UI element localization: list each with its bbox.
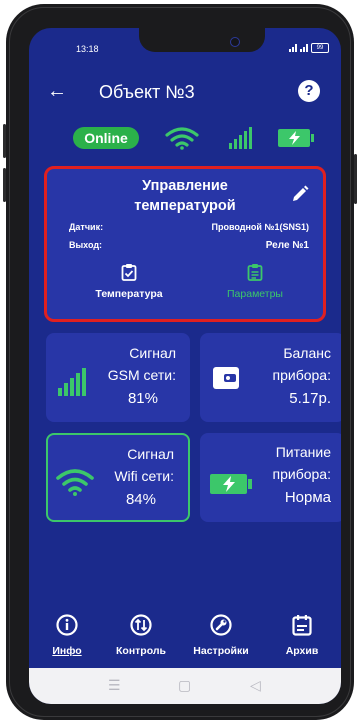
battery-charging-icon [210, 474, 252, 494]
battery-charging-icon [278, 129, 314, 147]
output-value: Реле №1 [265, 240, 309, 251]
power-label-2: прибора: [272, 466, 331, 482]
signal-bars-icon [58, 368, 86, 396]
balance-card[interactable]: Баланс прибора: 5.17р. [200, 333, 341, 422]
balance-value: 5.17р. [289, 390, 331, 407]
wallet-icon [213, 367, 239, 389]
power-card[interactable]: Питание прибора: Норма [200, 433, 341, 522]
app-bar: ← Объект №3 ? [29, 76, 341, 110]
online-badge: Online [73, 127, 139, 149]
app-screen: 13:18 99 ← Объект №3 ? Online Управление… [29, 28, 341, 704]
home-icon[interactable]: ▢ [178, 677, 191, 694]
clipboard-check-icon [121, 264, 137, 281]
info-icon [56, 614, 78, 636]
system-navigation-bar: ☰ ▢ ◁ [29, 668, 341, 704]
cell-signal-icon [289, 44, 297, 52]
wifi-signal-card[interactable]: Сигнал Wifi сети: 84% [46, 433, 190, 522]
power-button [354, 154, 357, 204]
notch [139, 28, 265, 52]
parameters-tab[interactable]: Параметры [200, 263, 310, 300]
wifi-label-1: Сигнал [127, 446, 174, 462]
page-title: Объект №3 [99, 82, 195, 102]
temperature-tab[interactable]: Температура [74, 263, 184, 300]
pencil-icon[interactable] [291, 185, 309, 203]
nav-info-label: Инфо [52, 645, 82, 657]
temperature-card-title: Управление температурой [47, 176, 323, 216]
nav-control[interactable]: Контроль [106, 614, 176, 657]
title-line-2: температурой [134, 198, 236, 214]
arrow-left-icon[interactable]: ← [47, 79, 67, 103]
camera [230, 37, 240, 47]
bottom-navigation: Инфо Контроль Настройки Архив [29, 614, 341, 668]
wifi-value: 84% [125, 491, 156, 508]
nav-control-label: Контроль [116, 645, 166, 657]
nav-settings-label: Настройки [193, 645, 249, 657]
nav-archive-label: Архив [285, 645, 319, 657]
status-bar: 13:18 99 [29, 28, 341, 56]
recent-apps-icon[interactable]: ☰ [108, 677, 121, 694]
volume-down-button [3, 168, 6, 202]
system-icons: 99 [289, 43, 329, 53]
parameters-tab-label: Параметры [227, 288, 283, 300]
wrench-icon [210, 614, 232, 636]
connection-status-row: Online [29, 124, 341, 152]
power-label-1: Питание [275, 444, 331, 460]
phone-frame: 13:18 99 ← Объект №3 ? Online Управление… [3, 4, 357, 720]
gsm-label-2: GSM сети: [107, 367, 176, 383]
clock: 13:18 [76, 44, 99, 54]
gsm-value: 81% [127, 390, 158, 407]
nav-archive[interactable]: Архив [267, 614, 337, 657]
gsm-signal-card[interactable]: Сигнал GSM сети: 81% [46, 333, 190, 422]
calendar-icon [292, 615, 312, 636]
balance-label-2: прибора: [272, 367, 331, 383]
wifi-icon [56, 469, 94, 496]
signal-bars-icon [229, 127, 252, 149]
title-line-1: Управление [142, 178, 228, 194]
sensor-value: Проводной №1(SNS1) [211, 222, 309, 232]
sensor-label: Датчик: [69, 222, 104, 232]
temperature-control-card[interactable]: Управление температурой Датчик: Проводно… [44, 166, 326, 322]
question-circle-icon[interactable]: ? [298, 80, 320, 102]
nav-info[interactable]: Инфо [32, 614, 102, 657]
volume-up-button [3, 124, 6, 158]
output-label: Выход: [69, 240, 103, 250]
wifi-icon [165, 127, 199, 150]
control-icon [130, 614, 152, 636]
balance-label-1: Баланс [283, 345, 331, 361]
cell-signal-2-icon [300, 44, 308, 52]
wifi-label-2: Wifi сети: [114, 468, 174, 484]
temperature-tab-label: Температура [95, 288, 163, 300]
clipboard-list-icon [247, 264, 263, 281]
power-value: Норма [284, 489, 331, 506]
nav-settings[interactable]: Настройки [186, 614, 256, 657]
battery-status-icon: 99 [311, 43, 329, 53]
back-icon[interactable]: ◁ [250, 677, 261, 694]
gsm-label-1: Сигнал [129, 345, 176, 361]
